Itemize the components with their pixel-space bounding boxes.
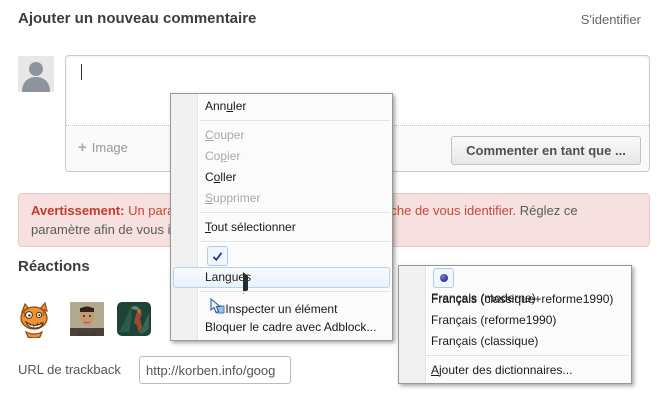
plus-icon: + [78, 139, 87, 156]
checkmark-icon [211, 250, 224, 263]
menu-separator [171, 209, 392, 217]
reaction-avatar-portrait[interactable] [70, 302, 104, 336]
menu-item-annuler[interactable]: Annuler [171, 96, 392, 117]
menu-item-couper: Couper [171, 125, 392, 146]
page: Ajouter un nouveau commentaire S'identif… [0, 0, 659, 402]
menu-separator [171, 117, 392, 125]
menu-item-coller[interactable]: Coller [171, 167, 392, 188]
signin-link[interactable]: S'identifier [581, 12, 641, 27]
artwork-avatar-image [117, 302, 151, 336]
add-image-label: Image [92, 140, 128, 155]
submenu-item-francais-moderne[interactable]: Français (moderne) [399, 268, 631, 289]
trackback-label: URL de trackback [18, 362, 121, 377]
submenu-item-francais-classique-reforme1990[interactable]: Français (classique+reforme1990) [399, 289, 631, 310]
radio-selected-box [433, 268, 454, 288]
comment-as-button[interactable]: Commenter en tant que ... [451, 136, 641, 165]
page-title: Ajouter un nouveau commentaire [18, 10, 256, 27]
warning-prefix: Avertissement: [31, 203, 124, 218]
user-avatar-placeholder [18, 56, 54, 92]
submenu-item-francais-reforme1990[interactable]: Français (reforme1990) [399, 310, 631, 331]
menu-item-verifier-orthographe[interactable]: Vérifier l'orthographe [171, 246, 392, 267]
menu-item-supprimer: Supprimer [171, 188, 392, 209]
submenu-item-ajouter-dictionnaires[interactable]: Ajouter des dictionnaires... [399, 360, 631, 381]
reaction-avatar-cat[interactable] [16, 302, 50, 336]
menu-item-tout-selectionner[interactable]: Tout sélectionner [171, 217, 392, 238]
checkmark-box [207, 246, 228, 266]
menu-separator [171, 238, 392, 246]
cat-avatar-image [16, 302, 52, 338]
menu-separator [171, 288, 392, 296]
languages-submenu: Français (moderne) Français (classique+r… [398, 265, 632, 384]
menu-separator [399, 352, 631, 360]
portrait-avatar-image [70, 302, 104, 336]
menu-item-langues[interactable]: Langues [171, 267, 392, 288]
reaction-avatar-artwork[interactable] [117, 302, 151, 336]
add-image-button[interactable]: + Image [78, 138, 128, 158]
inspect-element-icon [209, 304, 226, 318]
trackback-input[interactable] [139, 356, 291, 384]
radio-selected-icon [440, 274, 448, 282]
person-icon [18, 56, 54, 92]
reactions-title: Réactions [18, 258, 90, 275]
menu-item-copier: Copier [171, 146, 392, 167]
submenu-item-francais-classique[interactable]: Français (classique) [399, 331, 631, 352]
text-caret [81, 64, 82, 80]
menu-item-bloquer-adblock[interactable]: Bloquer le cadre avec Adblock... [171, 317, 392, 338]
menu-item-inspecter-element[interactable]: Inspecter un élément [171, 296, 392, 317]
context-menu: Annuler Couper Copier Coller Supprimer T… [170, 93, 393, 341]
